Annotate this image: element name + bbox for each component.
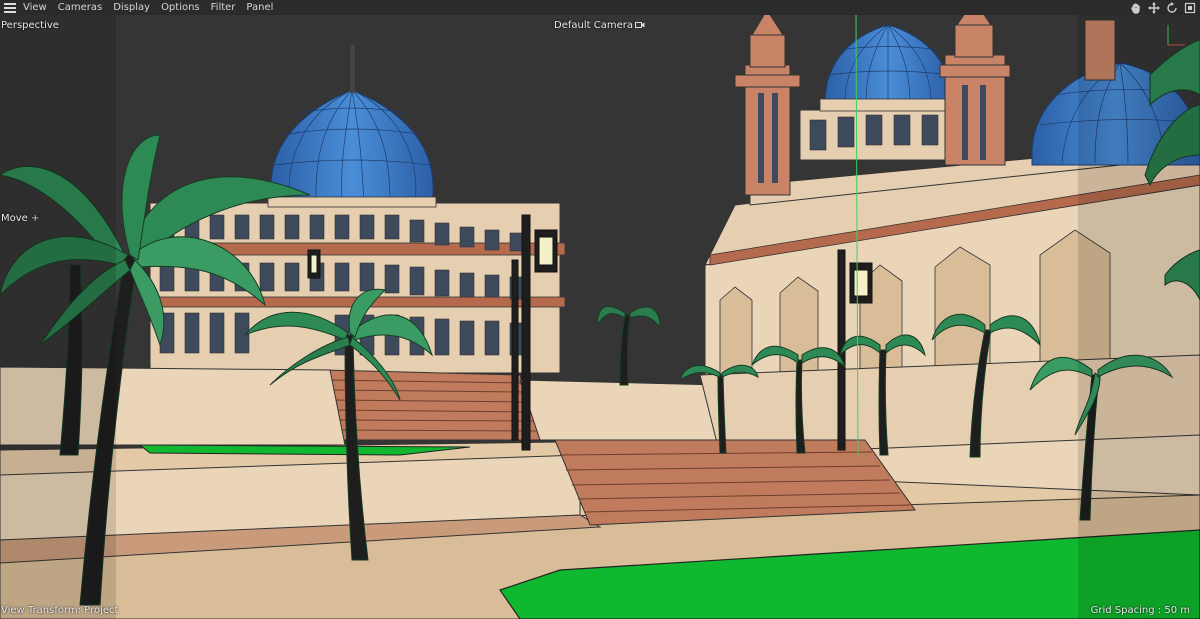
menu-filter[interactable]: Filter	[208, 0, 244, 15]
rotate-orbit-icon[interactable]	[1166, 1, 1178, 14]
move-crosshair-icon: +	[31, 213, 40, 224]
back-stairs	[324, 369, 541, 441]
camera-link-icon[interactable]	[634, 21, 645, 29]
move-arrows-icon[interactable]	[1148, 1, 1160, 14]
front-stairs	[554, 439, 916, 526]
camera-name-label: Default Camera	[554, 20, 633, 31]
menu-cameras[interactable]: Cameras	[55, 0, 110, 15]
scene-render	[0, 15, 1200, 619]
active-tool-name: Move	[1, 213, 28, 224]
grid-spacing-readout: Grid Spacing : 50 m	[1090, 605, 1190, 616]
hand-pan-icon[interactable]	[1130, 2, 1142, 14]
safe-frame-left	[0, 15, 116, 619]
perspective-viewport[interactable]: Perspective Default Camera Move + View T…	[0, 15, 1200, 619]
viewport-view-name: Perspective	[1, 20, 59, 31]
view-cube-icon[interactable]	[1184, 2, 1196, 14]
active-tool-label: Move +	[1, 213, 39, 224]
menu-display[interactable]: Display	[110, 0, 158, 15]
menu-view[interactable]: View	[20, 0, 55, 15]
camera-name[interactable]: Default Camera	[554, 20, 645, 31]
menu-options[interactable]: Options	[158, 0, 208, 15]
hamburger-menu-icon[interactable]	[0, 0, 20, 15]
viewport-navigation	[1130, 0, 1196, 15]
view-transform-readout: View Transform: Project	[1, 605, 119, 616]
menu-panel[interactable]: Panel	[243, 0, 281, 15]
safe-frame-right	[1078, 15, 1200, 619]
menu-bar: View Cameras Display Options Filter Pane…	[0, 0, 1200, 15]
